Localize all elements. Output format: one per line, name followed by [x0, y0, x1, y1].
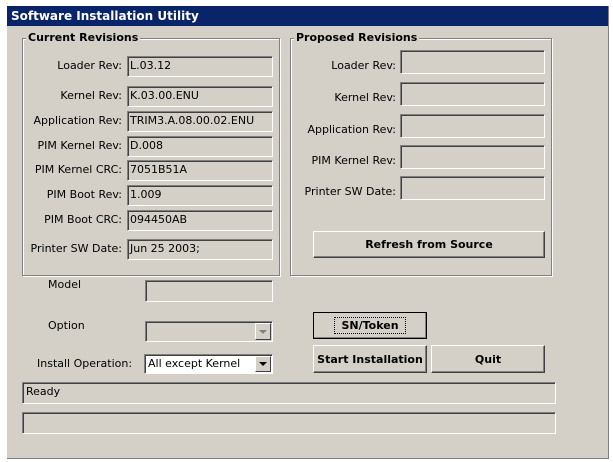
proposed-row-value	[400, 114, 545, 138]
status-detail-bar	[22, 412, 556, 434]
current-row-label: PIM Kernel Rev:	[37, 139, 122, 152]
current-row-label: Printer SW Date:	[30, 242, 122, 255]
proposed-row-label: PIM Kernel Rev:	[311, 154, 396, 167]
current-row-label: Kernel Rev:	[60, 89, 122, 102]
current-row-label: PIM Boot CRC:	[44, 213, 122, 226]
current-revisions-title: Current Revisions	[26, 31, 141, 45]
start-installation-button[interactable]: Start Installation	[313, 345, 427, 373]
proposed-row-value	[400, 50, 545, 74]
install-operation-value: All except Kernel	[148, 357, 241, 370]
refresh-from-source-button[interactable]: Refresh from Source	[313, 231, 545, 258]
status-bar: Ready	[22, 382, 556, 404]
start-installation-label: Start Installation	[317, 352, 423, 366]
model-label: Model	[48, 278, 82, 291]
current-row-value: TRIM3.A.08.00.02.ENU	[127, 111, 273, 132]
current-row-value: 094450AB	[127, 210, 273, 231]
chevron-down-icon[interactable]	[255, 356, 271, 372]
option-select[interactable]	[145, 321, 273, 342]
current-row-label: Loader Rev:	[57, 59, 122, 72]
sn-token-button[interactable]: SN/Token	[313, 312, 427, 339]
current-row-label: Application Rev:	[33, 114, 123, 127]
current-row-value: 7051B51A	[127, 160, 273, 181]
proposed-row-value	[400, 82, 545, 106]
proposed-row-label: Application Rev:	[307, 123, 397, 136]
refresh-from-source-label: Refresh from Source	[365, 238, 493, 251]
current-row-value: L.03.12	[127, 56, 273, 77]
proposed-row-label: Loader Rev:	[331, 59, 396, 72]
install-operation-label: Install Operation:	[37, 357, 133, 370]
sn-token-label: SN/Token	[334, 317, 406, 334]
current-row-value: K.03.00.ENU	[127, 86, 273, 107]
proposed-row-label: Printer SW Date:	[304, 185, 396, 198]
option-label: Option	[48, 319, 85, 332]
quit-button[interactable]: Quit	[431, 345, 545, 373]
quit-label: Quit	[474, 352, 502, 366]
window-title: Software Installation Utility	[7, 6, 608, 26]
install-operation-select[interactable]: All except Kernel	[144, 354, 273, 374]
installation-window: Software Installation Utility Current Re…	[7, 6, 609, 459]
current-row-value: 1.009	[127, 185, 273, 206]
current-row-label: PIM Kernel CRC:	[34, 163, 122, 176]
current-row-value: D.008	[127, 136, 273, 157]
current-row-label: PIM Boot Rev:	[46, 188, 122, 201]
chevron-down-icon[interactable]	[255, 323, 271, 340]
model-field[interactable]	[145, 280, 273, 302]
proposed-row-label: Kernel Rev:	[334, 91, 396, 104]
current-row-value: Jun 25 2003;	[127, 239, 273, 260]
proposed-revisions-title: Proposed Revisions	[294, 31, 420, 45]
proposed-row-value	[400, 145, 545, 169]
proposed-row-value	[400, 176, 545, 200]
